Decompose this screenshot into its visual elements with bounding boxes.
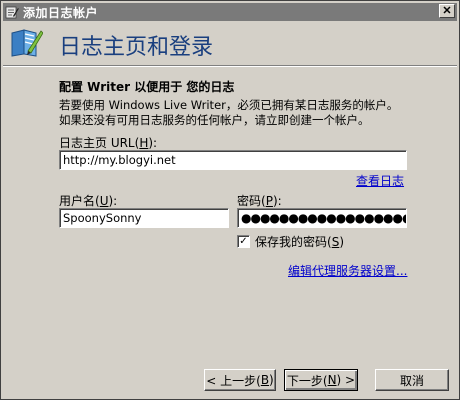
writer-app-icon [9,25,44,59]
add-blog-account-dialog: 添加日志帐户 ✕ 日志主页和登录 配置 Writer 以便用于 您的日志 若要使… [0,0,460,400]
header-divider [3,65,457,67]
homepage-url-label: 日志主页 URL(H): [59,136,158,150]
cancel-button[interactable]: 取消 [375,369,449,391]
check-icon: ✓ [239,235,248,247]
remember-password-option[interactable]: ✓ 保存我的密码(S) [237,233,344,250]
wizard-header: 日志主页和登录 [3,21,457,66]
section-title: 配置 Writer 以便用于 您的日志 [59,80,235,94]
homepage-url-input[interactable] [59,150,407,170]
username-label: 用户名(U): [59,194,118,208]
remember-password-label: 保存我的密码(S) [255,235,344,249]
username-input[interactable] [59,208,229,228]
section-description: 若要使用 Windows Live Writer，必须已拥有某日志服务的帐户。如… [59,98,399,127]
password-input[interactable]: ●●●●●●●●●●●●●●●●●●●● [237,208,407,228]
window-title: 添加日志帐户 [23,5,99,20]
remember-password-checkbox[interactable]: ✓ [237,235,250,248]
edit-proxy-settings-link[interactable]: 编辑代理服务器设置... [288,262,407,279]
password-label: 密码(P): [237,194,282,208]
next-button[interactable]: 下一步(N) > [284,369,358,391]
writer-app-icon [5,5,19,19]
back-button[interactable]: < 上一步(B) [204,369,276,391]
page-title: 日志主页和登录 [59,35,214,60]
close-button[interactable]: ✕ [439,4,455,18]
close-icon: ✕ [442,4,452,17]
view-blog-link[interactable]: 查看日志 [356,172,404,189]
title-bar[interactable]: 添加日志帐户 ✕ [3,3,457,21]
